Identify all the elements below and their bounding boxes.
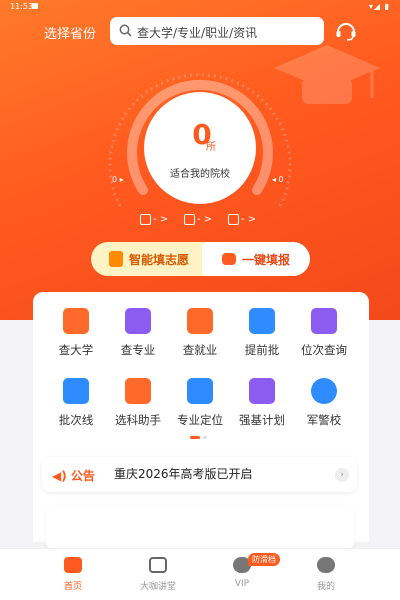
subject-card-icon: [125, 378, 151, 404]
book-icon: [125, 308, 151, 334]
video-icon: [149, 557, 167, 573]
grid-item-rank-query[interactable]: 位次查询: [294, 308, 354, 358]
province-selector[interactable]: 选择省份: [44, 23, 96, 42]
trend-icon: [63, 378, 89, 404]
announcement-tag: ◀) 公告: [52, 469, 95, 483]
chart-icon: [311, 308, 337, 334]
page-dot-active: [190, 436, 200, 439]
grid-item-label: 强基计划: [239, 413, 285, 427]
grid-item-batch-line[interactable]: 批次线: [46, 378, 106, 428]
grid-item-label: 查专业: [120, 343, 156, 357]
match-caption: 适合我的院校: [170, 169, 230, 180]
tab-label: 我的: [316, 582, 335, 592]
smart-fill-icon: [109, 251, 123, 267]
mail-icon: [228, 214, 239, 225]
grid-item-label: 专业定位: [177, 413, 223, 427]
monitor-icon: [184, 214, 195, 225]
grid-item-find-major[interactable]: 查专业: [108, 308, 168, 358]
grid-item-subject-helper[interactable]: 选科助手: [108, 378, 168, 428]
tab-label: 首页: [63, 582, 82, 592]
calendar-icon: [249, 308, 275, 334]
score-link-text: - >: [153, 214, 169, 225]
smart-fill-button[interactable]: 智能填志愿: [91, 242, 215, 276]
one-click-fill-button[interactable]: 一键填报: [202, 242, 310, 276]
building-icon: [187, 378, 213, 404]
grid-item-military-police[interactable]: 军警校: [294, 378, 354, 428]
gauge-left-label: 0 ▸: [112, 175, 124, 184]
status-icons: ▾◢ ▮: [368, 2, 390, 11]
content-card: [46, 505, 354, 550]
search-placeholder: 查大学/专业/职业/资讯: [137, 26, 258, 40]
robot-icon: [222, 253, 236, 265]
tab-label: VIP: [234, 579, 250, 589]
grid-item-find-employment[interactable]: 查就业: [170, 308, 230, 358]
grid-item-early-batch[interactable]: 提前批: [232, 308, 292, 358]
subject-link-text: - >: [241, 214, 257, 225]
grid-item-label: 提前批: [244, 343, 280, 357]
grid-item-label: 批次线: [58, 413, 94, 427]
grid-item-find-university[interactable]: 查大学: [46, 308, 106, 358]
announcement-bar[interactable]: ◀) 公告 重庆2026年高考版已开启 ›: [42, 457, 357, 492]
announcement-tag-text: 公告: [70, 469, 95, 483]
search-input[interactable]: 查大学/专业/职业/资讯: [110, 17, 324, 45]
bottom-tab-bar: 首页 大咖讲堂 VIP 我的: [0, 548, 400, 600]
gauge-right-label: ◂ 0: [272, 175, 284, 184]
grid-item-major-position[interactable]: 专业定位: [170, 378, 230, 428]
status-time: 11:53: [10, 2, 34, 11]
user-icon: [317, 557, 335, 573]
announcement-text: 重庆2026年高考版已开启: [114, 467, 253, 481]
tab-lecture[interactable]: 大咖讲堂: [128, 557, 188, 592]
plan-icon: [249, 378, 275, 404]
customer-service-icon[interactable]: [334, 19, 358, 43]
tab-label: 大咖讲堂: [139, 582, 176, 592]
briefcase-icon: [187, 308, 213, 334]
document-icon: [140, 214, 151, 225]
chevron-right-icon[interactable]: ›: [335, 468, 349, 482]
one-click-fill-label: 一键填报: [242, 252, 291, 267]
smart-fill-label: 智能填志愿: [129, 252, 190, 267]
anti-addiction-badge: 防滑档: [248, 553, 280, 566]
tab-home[interactable]: 首页: [43, 557, 103, 592]
notification-icon: [32, 3, 38, 9]
grid-item-label: 查大学: [58, 343, 94, 357]
badge-icon: [311, 378, 337, 404]
status-bar: 11:53 ▾◢ ▮: [0, 0, 400, 14]
grid-item-label: 选科助手: [115, 413, 161, 427]
score-link[interactable]: - >: [140, 214, 168, 225]
top-bar: 选择省份 查大学/专业/职业/资讯: [0, 16, 400, 46]
rank-link[interactable]: - >: [184, 214, 212, 225]
home-icon: [64, 557, 82, 573]
page-dot: [203, 436, 207, 439]
grid-item-strong-base[interactable]: 强基计划: [232, 378, 292, 428]
grid-item-label: 军警校: [306, 413, 342, 427]
page-indicator: [190, 436, 210, 440]
tab-me[interactable]: 我的: [296, 557, 356, 592]
grid-item-label: 位次查询: [301, 343, 347, 357]
subject-link[interactable]: - >: [228, 214, 256, 225]
search-icon: [119, 24, 132, 37]
rank-link-text: - >: [197, 214, 213, 225]
match-unit: 所: [206, 142, 216, 153]
university-icon: [63, 308, 89, 334]
grid-item-label: 查就业: [182, 343, 218, 357]
